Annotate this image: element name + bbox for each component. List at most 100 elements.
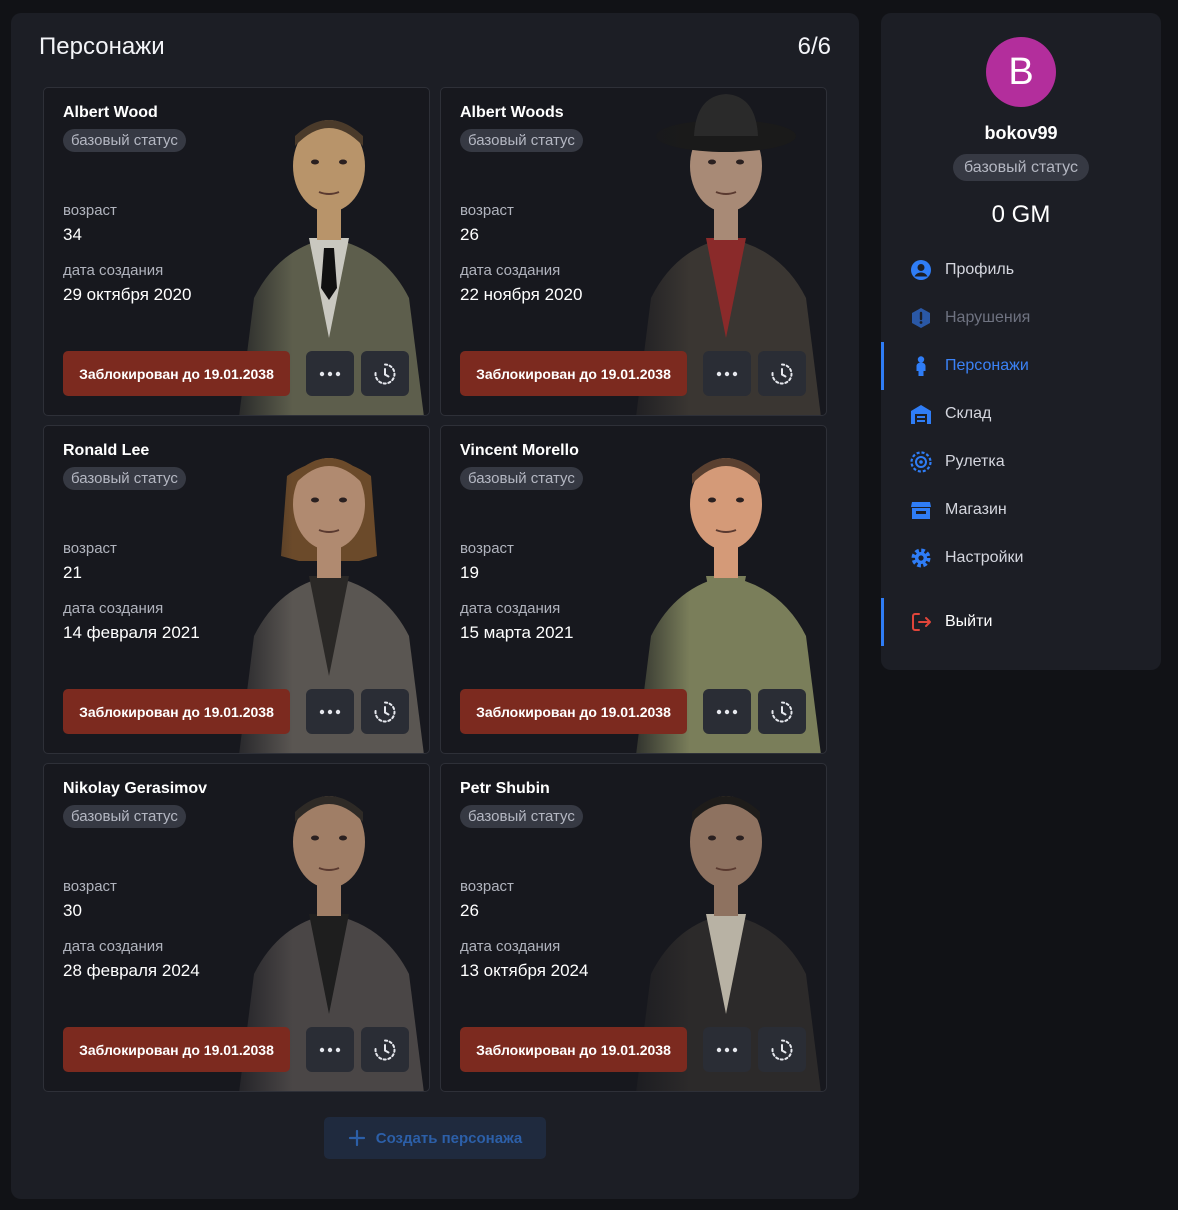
more-button[interactable] — [703, 689, 751, 734]
card-body: Nikolay Gerasimov базовый статус — [63, 780, 429, 828]
sidebar-item-label: Нарушения — [945, 309, 1031, 326]
logout-button[interactable]: Выйти — [881, 598, 1161, 646]
created-label: дата создания — [63, 600, 164, 617]
characters-panel: Персонажи 6/6 Albert Wood базовый статус… — [11, 13, 859, 1199]
avatar-letter: B — [1008, 50, 1034, 93]
ban-badge: Заблокирован до 19.01.2038 — [460, 351, 687, 396]
created-value: 15 марта 2021 — [460, 623, 574, 642]
card-body: Vincent Morello базовый статус — [460, 442, 826, 490]
age-label: возраст — [63, 202, 117, 219]
more-button[interactable] — [306, 351, 354, 396]
username: bokov99 — [984, 123, 1058, 143]
character-card[interactable]: Ronald Lee базовый статус возраст 21 дат… — [43, 425, 430, 754]
age-value: 26 — [460, 901, 479, 920]
sidebar-item-label: Магазин — [945, 501, 1007, 518]
sidebar-item-label: Настройки — [945, 549, 1024, 566]
more-button[interactable] — [703, 351, 751, 396]
history-button[interactable] — [758, 351, 806, 396]
history-clock-icon — [374, 701, 396, 722]
more-dots-icon — [716, 1047, 738, 1052]
history-clock-icon — [771, 701, 793, 722]
character-name: Nikolay Gerasimov — [63, 780, 208, 797]
status-badge: базовый статус — [460, 467, 583, 490]
sidebar-item-violations[interactable]: Нарушения — [881, 301, 1161, 335]
created-label: дата создания — [460, 600, 561, 617]
history-button[interactable] — [361, 1027, 409, 1072]
history-button[interactable] — [361, 689, 409, 734]
character-name: Ronald Lee — [63, 442, 150, 459]
sidebar-item-store[interactable]: Магазин — [881, 493, 1161, 527]
roulette-icon — [909, 450, 933, 474]
character-card[interactable]: Nikolay Gerasimov базовый статус возраст… — [43, 763, 430, 1092]
more-button[interactable] — [703, 1027, 751, 1072]
created-value: 29 октября 2020 — [63, 285, 192, 304]
sidebar-item-label: Склад — [945, 405, 992, 422]
sidebar-item-characters[interactable]: Персонажи — [881, 342, 1161, 390]
age-value: 26 — [460, 225, 479, 244]
character-card[interactable]: Albert Woods базовый статус возраст 26 д… — [440, 87, 827, 416]
status-badge: базовый статус — [460, 129, 583, 152]
history-button[interactable] — [758, 1027, 806, 1072]
plus-icon — [348, 1129, 365, 1147]
more-button[interactable] — [306, 689, 354, 734]
status-badge: базовый статус — [63, 467, 186, 490]
character-card[interactable]: Albert Wood базовый статус возраст 34 да… — [43, 87, 430, 416]
card-body: Petr Shubin базовый статус — [460, 780, 826, 828]
character-card[interactable]: Petr Shubin базовый статус возраст 26 да… — [440, 763, 827, 1092]
age-label: возраст — [460, 202, 514, 219]
user-circle-icon — [909, 258, 933, 282]
logout-label: Выйти — [945, 613, 993, 630]
age-value: 19 — [460, 563, 479, 582]
create-character-button[interactable]: Создать персонажа — [324, 1117, 546, 1159]
warning-hexagon-icon — [909, 306, 933, 330]
ban-badge: Заблокирован до 19.01.2038 — [460, 689, 687, 734]
character-name: Petr Shubin — [460, 780, 550, 797]
character-name: Vincent Morello — [460, 442, 579, 459]
sidebar-item-label: Профиль — [945, 261, 1015, 278]
sidebar-item-profile[interactable]: Профиль — [881, 253, 1161, 287]
status-badge: базовый статус — [63, 805, 186, 828]
created-value: 22 ноября 2020 — [460, 285, 583, 304]
sidebar-item-label: Рулетка — [945, 453, 1005, 470]
created-value: 28 февраля 2024 — [63, 961, 200, 980]
avatar[interactable]: B — [986, 37, 1056, 107]
status-badge: базовый статус — [953, 154, 1089, 181]
status-badge: базовый статус — [63, 129, 186, 152]
history-clock-icon — [374, 363, 396, 384]
created-label: дата создания — [63, 262, 164, 279]
created-label: дата создания — [460, 938, 561, 955]
page-title: Персонажи — [39, 33, 165, 60]
age-value: 30 — [63, 901, 82, 920]
sidebar: B bokov99 базовый статус 0 GM Профиль На… — [881, 13, 1161, 670]
created-label: дата создания — [63, 938, 164, 955]
ban-badge: Заблокирован до 19.01.2038 — [63, 351, 290, 396]
sidebar-item-settings[interactable]: Настройки — [881, 541, 1161, 575]
card-body: Ronald Lee базовый статус — [63, 442, 429, 490]
age-label: возраст — [460, 878, 514, 895]
character-card[interactable]: Vincent Morello базовый статус возраст 1… — [440, 425, 827, 754]
history-button[interactable] — [361, 351, 409, 396]
ban-badge: Заблокирован до 19.01.2038 — [63, 1027, 290, 1072]
history-clock-icon — [771, 363, 793, 384]
character-count: 6/6 — [797, 33, 831, 60]
more-button[interactable] — [306, 1027, 354, 1072]
age-value: 21 — [63, 563, 82, 582]
more-dots-icon — [319, 371, 341, 376]
created-value: 13 октября 2024 — [460, 961, 589, 980]
store-icon — [909, 498, 933, 522]
warehouse-icon — [909, 402, 933, 426]
more-dots-icon — [319, 1047, 341, 1052]
character-name: Albert Woods — [460, 104, 564, 121]
more-dots-icon — [716, 709, 738, 714]
balance: 0 GM — [991, 201, 1051, 228]
sidebar-item-warehouse[interactable]: Склад — [881, 397, 1161, 431]
history-button[interactable] — [758, 689, 806, 734]
gear-icon — [909, 546, 933, 570]
age-value: 34 — [63, 225, 82, 244]
create-character-label: Создать персонажа — [375, 1129, 523, 1147]
age-label: возраст — [63, 878, 117, 895]
sidebar-item-roulette[interactable]: Рулетка — [881, 445, 1161, 479]
card-body: Albert Wood базовый статус — [63, 104, 429, 152]
character-name: Albert Wood — [63, 104, 158, 121]
age-label: возраст — [63, 540, 117, 557]
